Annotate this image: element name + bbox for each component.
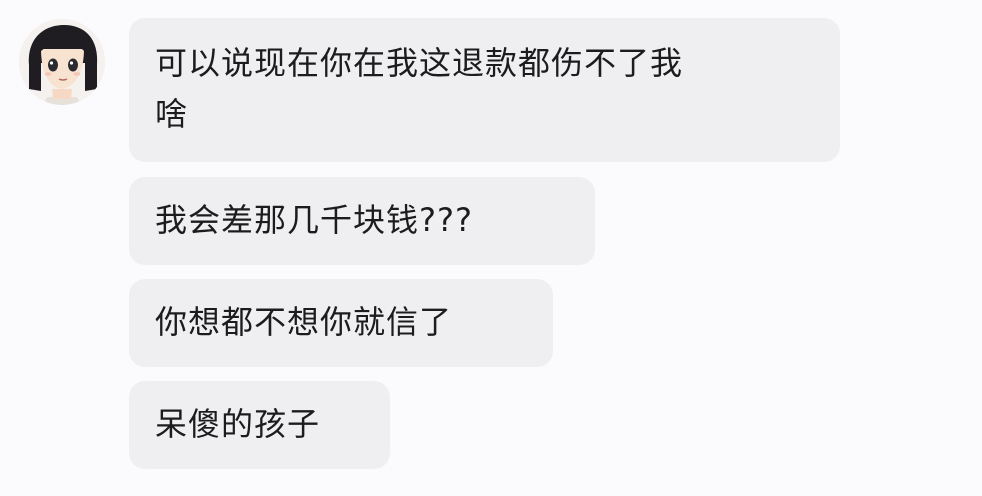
contact-avatar[interactable] [19,19,105,105]
message-bubble[interactable]: 呆傻的孩子 [129,381,390,469]
message-text: 你想都不想你就信了 [155,303,453,341]
message-bubble[interactable]: 可以说现在你在我这退款都伤不了我 啥 [129,18,840,162]
message-bubble[interactable]: 我会差那几千块钱??? [129,177,595,265]
message-text: 呆傻的孩子 [155,405,321,443]
message-text: 可以说现在你在我这退款都伤不了我 [155,44,684,82]
chat-thread: 可以说现在你在我这退款都伤不了我 啥 我会差那几千块钱??? 你想都不想你就信了… [0,0,982,496]
message-text: 啥 [155,95,189,133]
message-text: 我会差那几千块钱??? [155,201,473,239]
message-bubble[interactable]: 你想都不想你就信了 [129,279,553,367]
anime-girl-avatar-icon [19,19,105,105]
